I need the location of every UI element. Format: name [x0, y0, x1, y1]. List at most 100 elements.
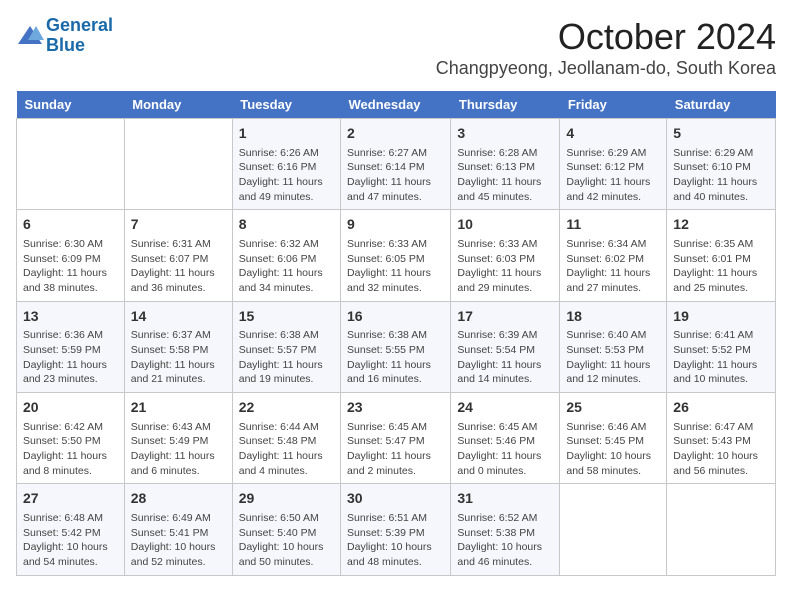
calendar-cell: 8Sunrise: 6:32 AM Sunset: 6:06 PM Daylig… [232, 210, 340, 301]
day-info: Sunrise: 6:38 AM Sunset: 5:55 PM Dayligh… [347, 328, 444, 387]
calendar-cell [560, 484, 667, 575]
calendar-cell: 10Sunrise: 6:33 AM Sunset: 6:03 PM Dayli… [451, 210, 560, 301]
calendar-cell: 17Sunrise: 6:39 AM Sunset: 5:54 PM Dayli… [451, 301, 560, 392]
calendar-table: SundayMondayTuesdayWednesdayThursdayFrid… [16, 91, 776, 576]
calendar-cell: 19Sunrise: 6:41 AM Sunset: 5:52 PM Dayli… [667, 301, 776, 392]
day-number: 6 [23, 215, 118, 235]
calendar-cell: 18Sunrise: 6:40 AM Sunset: 5:53 PM Dayli… [560, 301, 667, 392]
calendar-cell: 11Sunrise: 6:34 AM Sunset: 6:02 PM Dayli… [560, 210, 667, 301]
header-tuesday: Tuesday [232, 91, 340, 119]
calendar-cell: 20Sunrise: 6:42 AM Sunset: 5:50 PM Dayli… [17, 393, 125, 484]
day-number: 7 [131, 215, 226, 235]
calendar-cell: 6Sunrise: 6:30 AM Sunset: 6:09 PM Daylig… [17, 210, 125, 301]
day-info: Sunrise: 6:31 AM Sunset: 6:07 PM Dayligh… [131, 237, 226, 296]
page-header: General Blue October 2024 Changpyeong, J… [16, 16, 776, 79]
day-number: 16 [347, 307, 444, 327]
day-info: Sunrise: 6:28 AM Sunset: 6:13 PM Dayligh… [457, 146, 553, 205]
calendar-cell: 4Sunrise: 6:29 AM Sunset: 6:12 PM Daylig… [560, 119, 667, 210]
calendar-week-3: 13Sunrise: 6:36 AM Sunset: 5:59 PM Dayli… [17, 301, 776, 392]
day-info: Sunrise: 6:46 AM Sunset: 5:45 PM Dayligh… [566, 420, 660, 479]
calendar-cell: 14Sunrise: 6:37 AM Sunset: 5:58 PM Dayli… [124, 301, 232, 392]
calendar-cell [667, 484, 776, 575]
calendar-cell [124, 119, 232, 210]
calendar-cell: 28Sunrise: 6:49 AM Sunset: 5:41 PM Dayli… [124, 484, 232, 575]
header-saturday: Saturday [667, 91, 776, 119]
day-number: 30 [347, 489, 444, 509]
day-info: Sunrise: 6:33 AM Sunset: 6:03 PM Dayligh… [457, 237, 553, 296]
calendar-week-1: 1Sunrise: 6:26 AM Sunset: 6:16 PM Daylig… [17, 119, 776, 210]
day-info: Sunrise: 6:41 AM Sunset: 5:52 PM Dayligh… [673, 328, 769, 387]
calendar-cell: 21Sunrise: 6:43 AM Sunset: 5:49 PM Dayli… [124, 393, 232, 484]
day-number: 19 [673, 307, 769, 327]
day-number: 26 [673, 398, 769, 418]
day-number: 10 [457, 215, 553, 235]
header-sunday: Sunday [17, 91, 125, 119]
day-info: Sunrise: 6:32 AM Sunset: 6:06 PM Dayligh… [239, 237, 334, 296]
day-info: Sunrise: 6:33 AM Sunset: 6:05 PM Dayligh… [347, 237, 444, 296]
location-subtitle: Changpyeong, Jeollanam-do, South Korea [436, 58, 776, 79]
calendar-cell: 24Sunrise: 6:45 AM Sunset: 5:46 PM Dayli… [451, 393, 560, 484]
calendar-cell: 9Sunrise: 6:33 AM Sunset: 6:05 PM Daylig… [341, 210, 451, 301]
title-block: October 2024 Changpyeong, Jeollanam-do, … [436, 16, 776, 79]
calendar-cell: 29Sunrise: 6:50 AM Sunset: 5:40 PM Dayli… [232, 484, 340, 575]
day-info: Sunrise: 6:29 AM Sunset: 6:10 PM Dayligh… [673, 146, 769, 205]
day-number: 3 [457, 124, 553, 144]
logo-text: General Blue [46, 16, 113, 56]
calendar-cell: 1Sunrise: 6:26 AM Sunset: 6:16 PM Daylig… [232, 119, 340, 210]
day-number: 14 [131, 307, 226, 327]
day-number: 20 [23, 398, 118, 418]
logo: General Blue [16, 16, 113, 56]
calendar-header-row: SundayMondayTuesdayWednesdayThursdayFrid… [17, 91, 776, 119]
calendar-cell: 7Sunrise: 6:31 AM Sunset: 6:07 PM Daylig… [124, 210, 232, 301]
day-info: Sunrise: 6:37 AM Sunset: 5:58 PM Dayligh… [131, 328, 226, 387]
day-info: Sunrise: 6:27 AM Sunset: 6:14 PM Dayligh… [347, 146, 444, 205]
day-number: 28 [131, 489, 226, 509]
day-info: Sunrise: 6:34 AM Sunset: 6:02 PM Dayligh… [566, 237, 660, 296]
calendar-cell: 12Sunrise: 6:35 AM Sunset: 6:01 PM Dayli… [667, 210, 776, 301]
calendar-cell: 22Sunrise: 6:44 AM Sunset: 5:48 PM Dayli… [232, 393, 340, 484]
calendar-cell: 25Sunrise: 6:46 AM Sunset: 5:45 PM Dayli… [560, 393, 667, 484]
day-number: 22 [239, 398, 334, 418]
header-friday: Friday [560, 91, 667, 119]
calendar-cell: 27Sunrise: 6:48 AM Sunset: 5:42 PM Dayli… [17, 484, 125, 575]
day-info: Sunrise: 6:45 AM Sunset: 5:47 PM Dayligh… [347, 420, 444, 479]
header-thursday: Thursday [451, 91, 560, 119]
day-info: Sunrise: 6:47 AM Sunset: 5:43 PM Dayligh… [673, 420, 769, 479]
day-number: 2 [347, 124, 444, 144]
day-number: 21 [131, 398, 226, 418]
day-number: 15 [239, 307, 334, 327]
calendar-cell: 5Sunrise: 6:29 AM Sunset: 6:10 PM Daylig… [667, 119, 776, 210]
day-info: Sunrise: 6:30 AM Sunset: 6:09 PM Dayligh… [23, 237, 118, 296]
calendar-cell: 23Sunrise: 6:45 AM Sunset: 5:47 PM Dayli… [341, 393, 451, 484]
header-monday: Monday [124, 91, 232, 119]
day-info: Sunrise: 6:29 AM Sunset: 6:12 PM Dayligh… [566, 146, 660, 205]
day-number: 11 [566, 215, 660, 235]
header-wednesday: Wednesday [341, 91, 451, 119]
calendar-week-4: 20Sunrise: 6:42 AM Sunset: 5:50 PM Dayli… [17, 393, 776, 484]
day-number: 25 [566, 398, 660, 418]
calendar-cell: 26Sunrise: 6:47 AM Sunset: 5:43 PM Dayli… [667, 393, 776, 484]
day-number: 5 [673, 124, 769, 144]
calendar-cell: 3Sunrise: 6:28 AM Sunset: 6:13 PM Daylig… [451, 119, 560, 210]
calendar-cell: 13Sunrise: 6:36 AM Sunset: 5:59 PM Dayli… [17, 301, 125, 392]
day-info: Sunrise: 6:26 AM Sunset: 6:16 PM Dayligh… [239, 146, 334, 205]
calendar-cell: 16Sunrise: 6:38 AM Sunset: 5:55 PM Dayli… [341, 301, 451, 392]
day-info: Sunrise: 6:52 AM Sunset: 5:38 PM Dayligh… [457, 511, 553, 570]
day-number: 4 [566, 124, 660, 144]
day-info: Sunrise: 6:40 AM Sunset: 5:53 PM Dayligh… [566, 328, 660, 387]
day-number: 23 [347, 398, 444, 418]
day-info: Sunrise: 6:38 AM Sunset: 5:57 PM Dayligh… [239, 328, 334, 387]
day-number: 31 [457, 489, 553, 509]
day-number: 18 [566, 307, 660, 327]
day-number: 13 [23, 307, 118, 327]
day-info: Sunrise: 6:43 AM Sunset: 5:49 PM Dayligh… [131, 420, 226, 479]
day-number: 12 [673, 215, 769, 235]
day-info: Sunrise: 6:45 AM Sunset: 5:46 PM Dayligh… [457, 420, 553, 479]
day-info: Sunrise: 6:51 AM Sunset: 5:39 PM Dayligh… [347, 511, 444, 570]
calendar-cell: 2Sunrise: 6:27 AM Sunset: 6:14 PM Daylig… [341, 119, 451, 210]
day-number: 27 [23, 489, 118, 509]
calendar-week-5: 27Sunrise: 6:48 AM Sunset: 5:42 PM Dayli… [17, 484, 776, 575]
day-info: Sunrise: 6:48 AM Sunset: 5:42 PM Dayligh… [23, 511, 118, 570]
day-info: Sunrise: 6:50 AM Sunset: 5:40 PM Dayligh… [239, 511, 334, 570]
day-info: Sunrise: 6:39 AM Sunset: 5:54 PM Dayligh… [457, 328, 553, 387]
